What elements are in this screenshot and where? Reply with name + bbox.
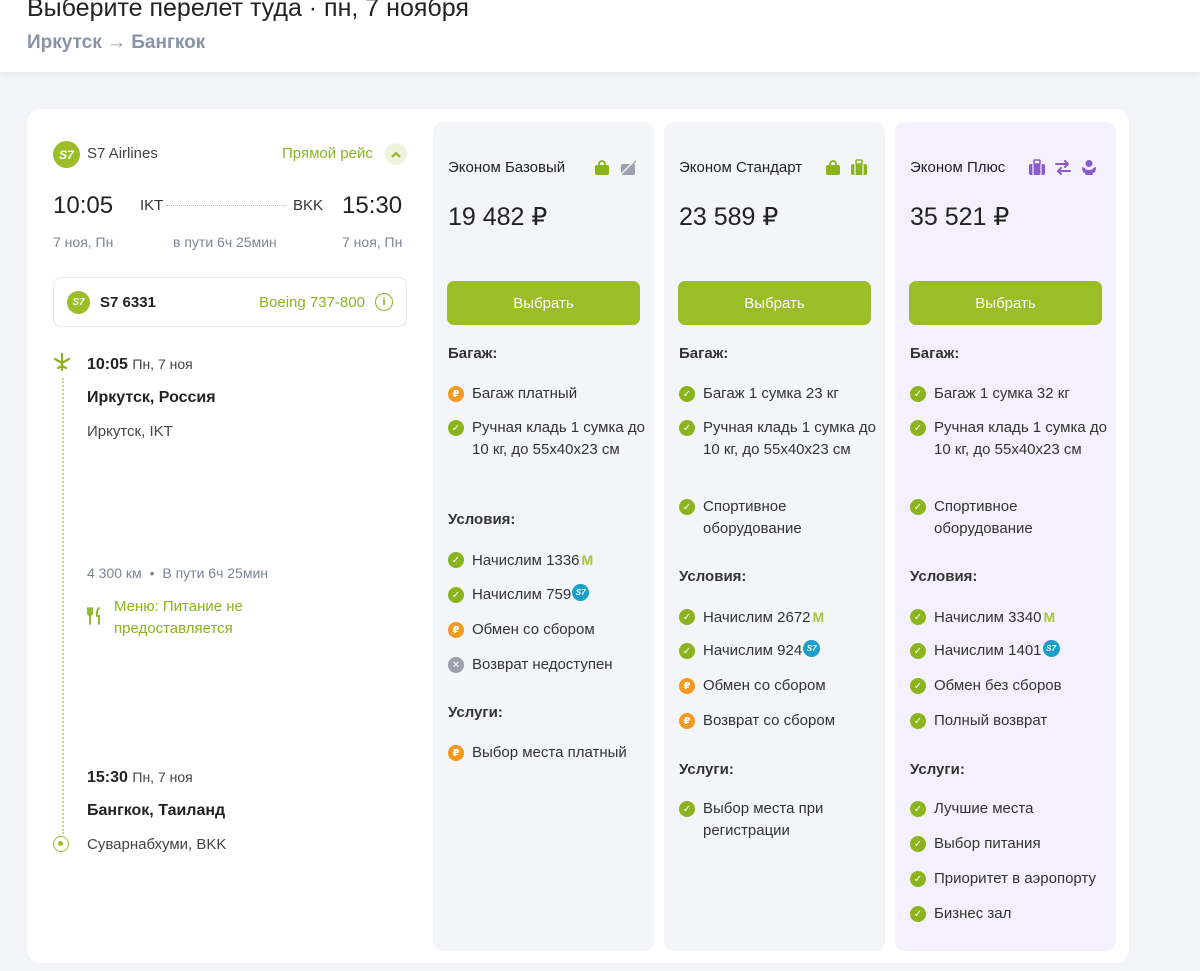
services-title: Услуги: [679,761,734,778]
fare-economy-standard: Эконом Стандарт 23 589 ₽ Выбрать Багаж: … [664,122,885,951]
fare-price: 35 521 ₽ [910,203,1010,231]
check-icon: ✓ [910,836,926,852]
check-icon: ✓ [448,587,464,603]
exchange-icon [1054,159,1072,181]
fare-icons [824,159,868,181]
route-line [166,205,286,206]
services-title: Услуги: [448,704,503,721]
segment-details: 4 300 км • В пути 6ч 25мин [87,565,268,581]
suitcase-icon [850,159,868,181]
fare-name: Эконом Базовый [448,159,566,176]
paid-icon: ₽ [679,713,695,729]
departure-plane-icon [52,352,72,377]
fare-economy-basic: Эконом Базовый 19 482 ₽ Выбрать Багаж: ₽… [433,122,654,951]
check-icon: ✓ [679,386,695,402]
check-icon: ✓ [448,420,464,436]
arrival-point-icon [53,836,69,852]
miles-icon: M [581,552,594,568]
conditions-title: Условия: [910,568,978,585]
check-icon: ✓ [679,420,695,436]
paid-icon: ₽ [679,678,695,694]
check-icon: ✓ [910,801,926,817]
baggage-title: Багаж: [679,345,729,362]
page-title: Выберите перелет туда · пн, 7 ноября [27,0,469,22]
segment-timeline [62,378,64,834]
fare-economy-plus: Эконом Плюс 35 521 ₽ Выбрать Багаж: ✓ Ба… [895,122,1116,951]
segment-duration: В пути 6ч 25мин [162,565,269,581]
arrival-time: 15:30 [342,192,403,219]
fare-price: 19 482 ₽ [448,203,548,231]
fare-name: Эконом Стандарт [679,159,803,176]
departure-date: 7 ноя, Пн [53,234,114,250]
baggage-title: Багаж: [448,345,498,362]
segment-departure-time: 10:05 Пн, 7 ноя [87,356,193,373]
conditions-title: Условия: [679,568,747,585]
no-baggage-icon [619,159,637,181]
baggage-title: Багаж: [910,345,960,362]
check-icon: ✓ [910,871,926,887]
check-icon: ✓ [910,499,926,515]
segment-arrival-time: 15:30 Пн, 7 ноя [87,769,193,786]
segment-distance: 4 300 км [87,565,142,581]
segment-separator: • [149,565,155,581]
s7-logo-small-icon: S7 [67,291,90,314]
check-icon: ✓ [910,678,926,694]
departure-time: 10:05 [53,192,114,219]
s7-priority-icon: S7 [803,640,821,657]
airline-name: S7 Airlines [87,145,158,162]
fare-icons [593,159,637,181]
route-subtitle: Иркутск → Бангкок [27,32,206,53]
s7-logo-icon: S7 [53,141,80,168]
check-icon: ✓ [910,906,926,922]
suitcase-icon [1028,159,1046,181]
check-icon: ✓ [679,499,695,515]
fare-price: 23 589 ₽ [679,203,779,231]
check-icon: ✓ [910,713,926,729]
s7-priority-icon: S7 [572,584,590,601]
check-icon: ✓ [910,420,926,436]
check-icon: ✓ [679,643,695,659]
check-icon: ✓ [910,609,926,625]
select-fare-button[interactable]: Выбрать [909,281,1102,325]
meal-info: Меню: Питание не предоставляется [114,598,243,637]
fare-icons [1028,159,1098,181]
direct-flight-toggle[interactable]: Прямой рейс [282,145,373,162]
hand-bag-icon [593,159,611,181]
departure-city: Иркутск, Россия [87,389,216,406]
seat-icon [1080,159,1098,181]
select-fare-button[interactable]: Выбрать [447,281,640,325]
services-title: Услуги: [910,761,965,778]
chevron-up-icon[interactable] [385,143,407,165]
check-icon: ✓ [910,643,926,659]
departure-airport: Иркутск, IKT [87,423,173,440]
paid-icon: ₽ [448,745,464,761]
flight-number: S7 6331 [100,294,156,311]
info-icon[interactable]: i [375,293,393,311]
conditions-title: Условия: [448,511,516,528]
flight-duration: в пути 6ч 25мин [173,234,277,250]
arrival-city: Бангкок, Таиланд [87,802,226,819]
unavailable-icon: ✕ [448,657,464,673]
miles-icon: M [1043,609,1056,625]
arrival-date: 7 ноя, Пн [342,234,403,250]
select-fare-button[interactable]: Выбрать [678,281,871,325]
s7-priority-icon: S7 [1042,640,1060,657]
paid-icon: ₽ [448,386,464,402]
departure-code: IKT [140,197,164,214]
aircraft-type[interactable]: Boeing 737-800 [259,294,365,311]
arrival-code: BKK [293,197,324,214]
page-header: Выберите перелет туда · пн, 7 ноября Ирк… [0,0,1200,72]
paid-icon: ₽ [448,622,464,638]
fare-name: Эконом Плюс [910,159,1006,176]
hand-bag-icon [824,159,842,181]
check-icon: ✓ [679,801,695,817]
check-icon: ✓ [910,386,926,402]
arrival-airport: Суварнабхуми, BKK [87,836,227,853]
check-icon: ✓ [679,609,695,625]
miles-icon: M [812,609,825,625]
cutlery-icon [87,607,103,630]
check-icon: ✓ [448,552,464,568]
